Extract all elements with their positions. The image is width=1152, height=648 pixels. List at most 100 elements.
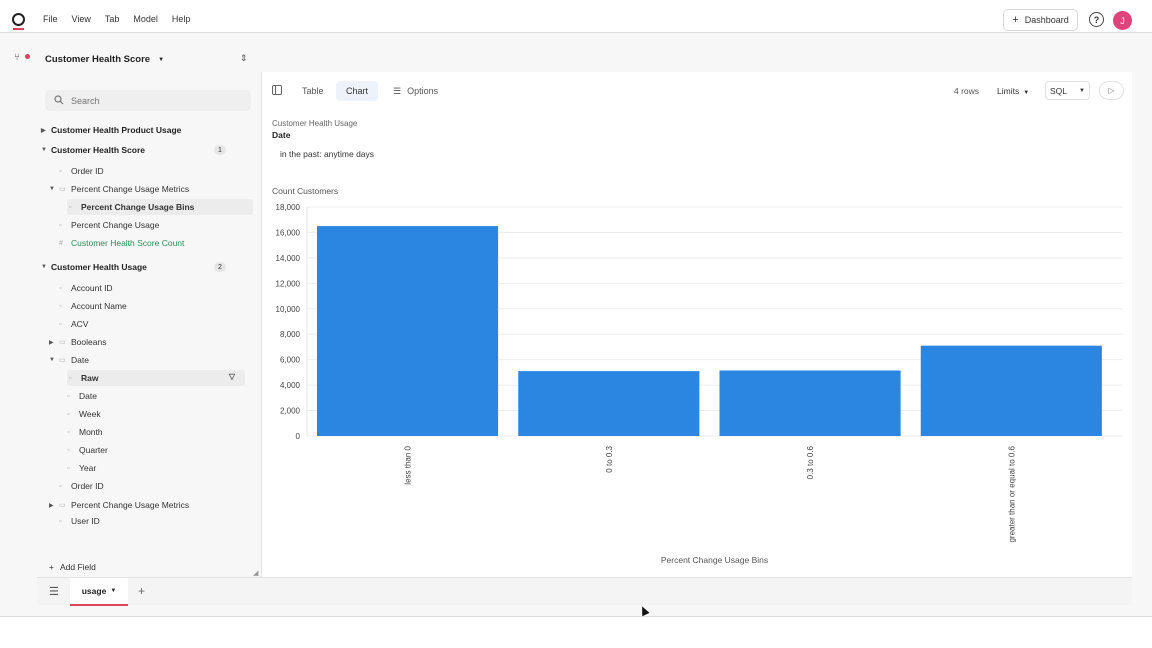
branch-icon[interactable]: ⑂	[14, 52, 20, 63]
field-icon: ▫	[67, 392, 70, 400]
tree-row-customer-health-score[interactable]: ▼ Customer Health Score 1	[41, 142, 226, 158]
y-tick-label: 0	[296, 432, 301, 441]
x-tick-label: 0 to 0.3	[605, 445, 614, 472]
tree-row-booleans[interactable]: ▶ ▭ Booleans	[49, 334, 106, 350]
play-icon[interactable]: ▷	[1099, 81, 1124, 100]
y-tick-label: 18,000	[276, 203, 301, 212]
filter-source: Customer Health Usage	[272, 119, 358, 128]
field-icon: ▫	[69, 203, 72, 211]
field-icon: ▫	[59, 221, 62, 229]
field-icon: ▫	[59, 302, 62, 310]
tree-row-label: Raw	[81, 373, 99, 383]
tree-row-label: Quarter	[79, 445, 108, 455]
folder-icon: ▭	[59, 339, 66, 346]
help-icon[interactable]: ?	[1089, 12, 1104, 27]
tree-row-customer-health-score-count[interactable]: # Customer Health Score Count	[59, 235, 184, 251]
tree-row-customer-health-usage[interactable]: ▼ Customer Health Usage 2	[41, 259, 226, 275]
filter-icon[interactable]: ▽	[229, 372, 235, 381]
y-tick-label: 10,000	[276, 305, 301, 314]
search-input[interactable]	[71, 95, 241, 106]
tree-row-acv[interactable]: ▫ ACV	[59, 316, 88, 332]
tree-row-label: Percent Change Usage	[71, 220, 160, 230]
tree-row-label: Percent Change Usage Metrics	[71, 500, 190, 510]
chevron-down-icon: ▼	[1079, 87, 1085, 94]
menu-file[interactable]: File	[43, 14, 58, 24]
sheet-tab-usage[interactable]: usage ▼	[70, 578, 128, 606]
menu-model[interactable]: Model	[133, 14, 158, 24]
add-field-label: Add Field	[59, 562, 96, 572]
tree-row-percent-change-usage-bins[interactable]: ▫ Percent Change Usage Bins	[67, 199, 253, 215]
tree-row-order-id[interactable]: ▫ Order ID	[59, 163, 104, 179]
branch-status-dot	[25, 54, 30, 59]
tree-row-date[interactable]: ▫ Date	[67, 388, 97, 404]
tree-row-month[interactable]: ▫ Month	[67, 424, 103, 440]
main-panel: Table Chart ☰ Options 4 rows Limits ▼ SQL…	[261, 72, 1132, 577]
tree-row-week[interactable]: ▫ Week	[67, 406, 101, 422]
tree-row-label: Customer Health Product Usage	[51, 125, 182, 135]
tree-row-year[interactable]: ▫ Year	[67, 460, 96, 476]
chevron-down-icon: ▼	[1023, 90, 1030, 96]
filter-value[interactable]: in the past: anytime days	[280, 149, 374, 159]
toggle-sidebar-icon[interactable]	[272, 85, 282, 95]
x-tick-label: 0.3 to 0.6	[806, 445, 815, 479]
add-tab-icon[interactable]: +	[138, 584, 145, 598]
plus-icon: +	[49, 562, 54, 572]
chevron-down-icon[interactable]: ▼	[41, 147, 51, 153]
tree-row-label: ACV	[71, 319, 89, 329]
menu-list: File View Tab Model Help	[43, 14, 190, 24]
avatar[interactable]: J	[1113, 11, 1132, 30]
field-icon: ▫	[59, 320, 62, 328]
model-title[interactable]: Customer Health Score ▼	[45, 54, 164, 65]
tab-chart[interactable]: Chart	[336, 81, 379, 101]
tree-row-label: Percent Change Usage Metrics	[71, 184, 190, 194]
tree-row-account-name[interactable]: ▫ Account Name	[59, 298, 127, 314]
chevron-down-icon[interactable]: ▼	[49, 186, 59, 192]
results-toolbar: Table Chart ☰ Options 4 rows Limits ▼ SQL…	[262, 72, 1133, 109]
tree-row-account-id[interactable]: ▫ Account ID	[59, 280, 113, 296]
y-tick-label: 12,000	[276, 279, 301, 288]
tree-row-label: Customer Health Score Count	[71, 238, 185, 248]
chevron-right-icon[interactable]: ▶	[49, 339, 59, 346]
search-box[interactable]	[45, 90, 251, 111]
sql-dropdown[interactable]: SQL ▼	[1045, 81, 1090, 100]
app-logo[interactable]	[12, 13, 25, 30]
limits-dropdown[interactable]: Limits ▼	[997, 86, 1029, 96]
add-field-button[interactable]: + Add Field	[49, 562, 96, 572]
chevron-down-icon[interactable]: ▼	[49, 357, 59, 363]
tree-row-raw[interactable]: ▫ Raw ▽	[67, 370, 245, 386]
resize-handle-icon[interactable]: ◢	[253, 569, 258, 577]
add-dashboard-button[interactable]: + Dashboard	[1003, 9, 1078, 31]
tree-row-percent-change-usage-metrics[interactable]: ▶ ▭ Percent Change Usage Metrics	[49, 497, 189, 513]
tree-row-percent-change-usage-metrics[interactable]: ▼ ▭ Percent Change Usage Metrics	[49, 181, 189, 197]
dashboard-label: Dashboard	[1024, 15, 1069, 25]
tree-row-user-id[interactable]: ▫ User ID	[59, 513, 100, 529]
menu-view[interactable]: View	[72, 14, 91, 24]
tree-row-quarter[interactable]: ▫ Quarter	[67, 442, 108, 458]
y-tick-label: 2,000	[280, 407, 301, 416]
tab-table[interactable]: Table	[292, 81, 334, 101]
tab-options[interactable]: ☰ Options	[383, 81, 448, 101]
tree-row-order-id[interactable]: ▫ Order ID	[59, 478, 104, 494]
sheet-tabs-bar: ☰ usage ▼ +	[37, 577, 1132, 606]
x-tick-label: greater than or equal to 0.6	[1007, 445, 1016, 542]
tree-row-date[interactable]: ▼ ▭ Date	[49, 352, 89, 368]
field-icon: #	[59, 239, 63, 247]
menu-icon[interactable]: ☰	[49, 585, 59, 598]
filter-field[interactable]: Date	[272, 130, 290, 140]
tree-row-customer-health-product-usage[interactable]: ▶ Customer Health Product Usage	[41, 122, 181, 138]
menu-tab[interactable]: Tab	[105, 14, 120, 24]
x-axis-label: Percent Change Usage Bins	[661, 555, 768, 565]
chart-svg: Count Customers 0 2,000 4,000 6,000 8,000 10,0…	[272, 186, 1122, 565]
sql-label: SQL	[1050, 85, 1068, 96]
selection-count-badge: 1	[214, 145, 226, 155]
tree-row-label: Account ID	[71, 283, 113, 293]
chevron-right-icon[interactable]: ▶	[41, 127, 51, 134]
chevron-down-icon[interactable]: ▼	[41, 264, 51, 270]
tree-row-percent-change-usage[interactable]: ▫ Percent Change Usage	[59, 217, 159, 233]
menu-help[interactable]: Help	[172, 14, 191, 24]
y-tick-label: 14,000	[276, 254, 301, 263]
bar-3	[920, 345, 1102, 436]
chevron-right-icon[interactable]: ▶	[49, 502, 59, 509]
bar-1	[518, 371, 700, 436]
collapse-all-icon[interactable]: ⇕	[240, 53, 248, 64]
